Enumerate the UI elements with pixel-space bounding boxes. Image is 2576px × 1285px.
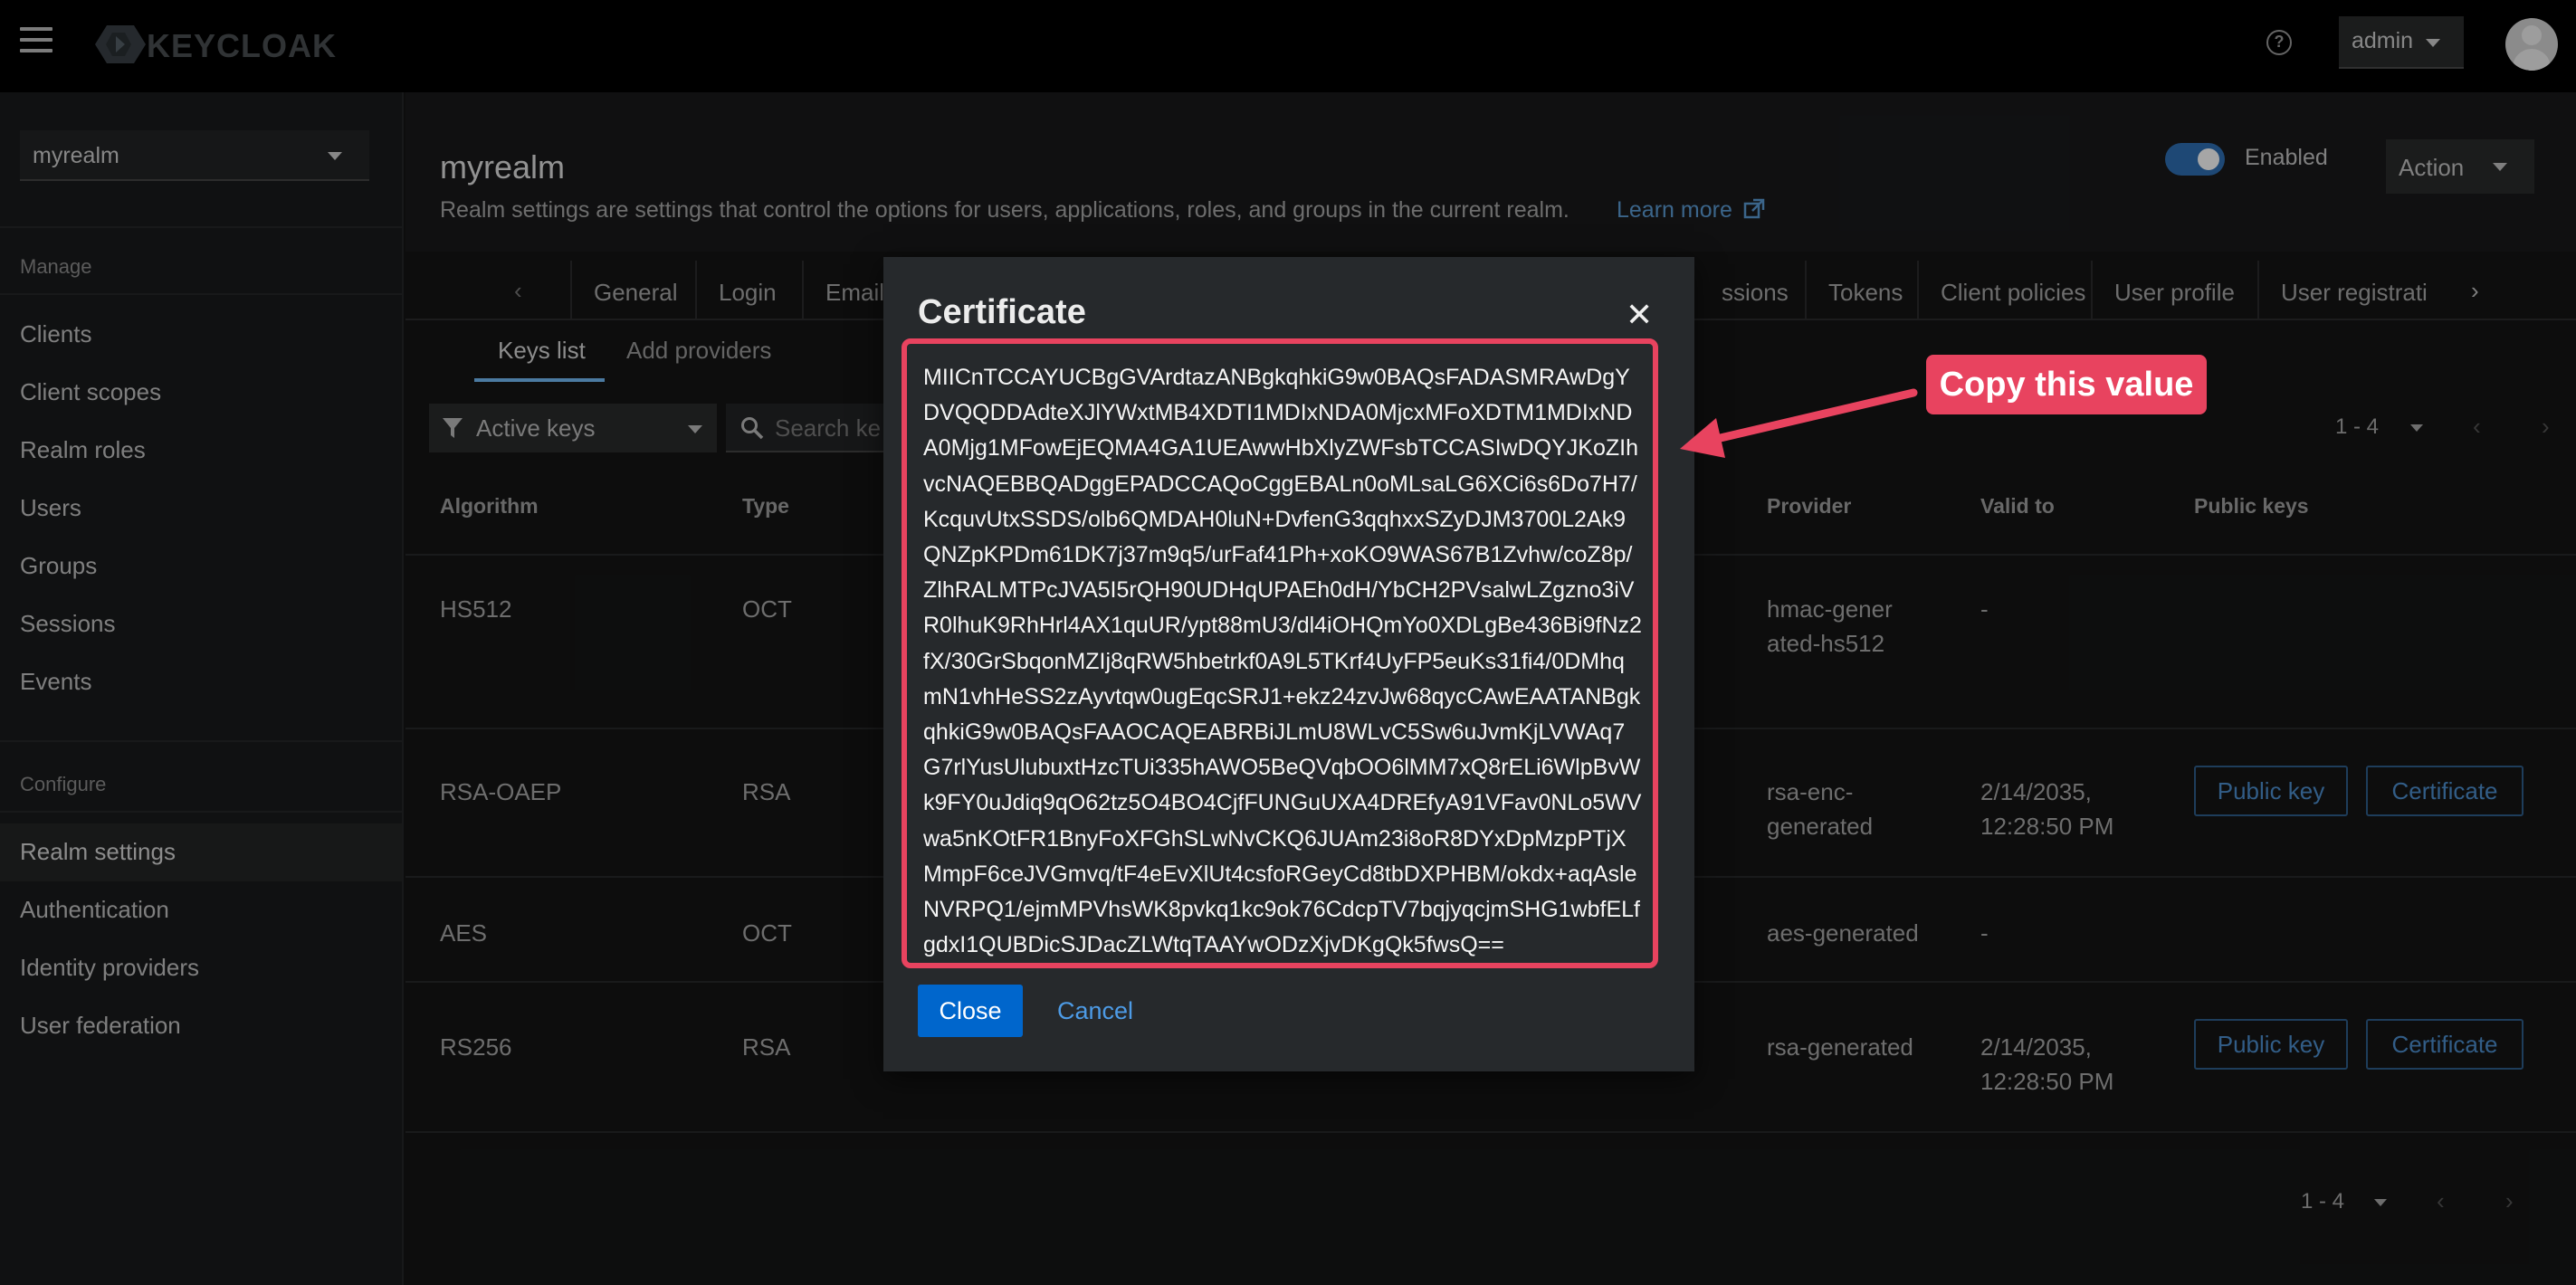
certificate-value[interactable]: MIICnTCCAYUCBgGVArdtazANBgkqhkiG9w0BAQsF… (923, 360, 1642, 963)
cancel-button[interactable]: Cancel (1057, 997, 1133, 1025)
close-icon[interactable]: ✕ (1626, 299, 1653, 331)
certificate-highlight-box: MIICnTCCAYUCBgGVArdtazANBgkqhkiG9w0BAQsF… (902, 338, 1658, 968)
close-button[interactable]: Close (918, 985, 1023, 1037)
annotation-callout: Copy this value (1926, 355, 2207, 414)
certificate-modal: Certificate ✕ MIICnTCCAYUCBgGVArdtazANBg… (883, 257, 1694, 1071)
annotation-arrow-icon (1680, 388, 1918, 458)
modal-title: Certificate (918, 293, 1086, 331)
